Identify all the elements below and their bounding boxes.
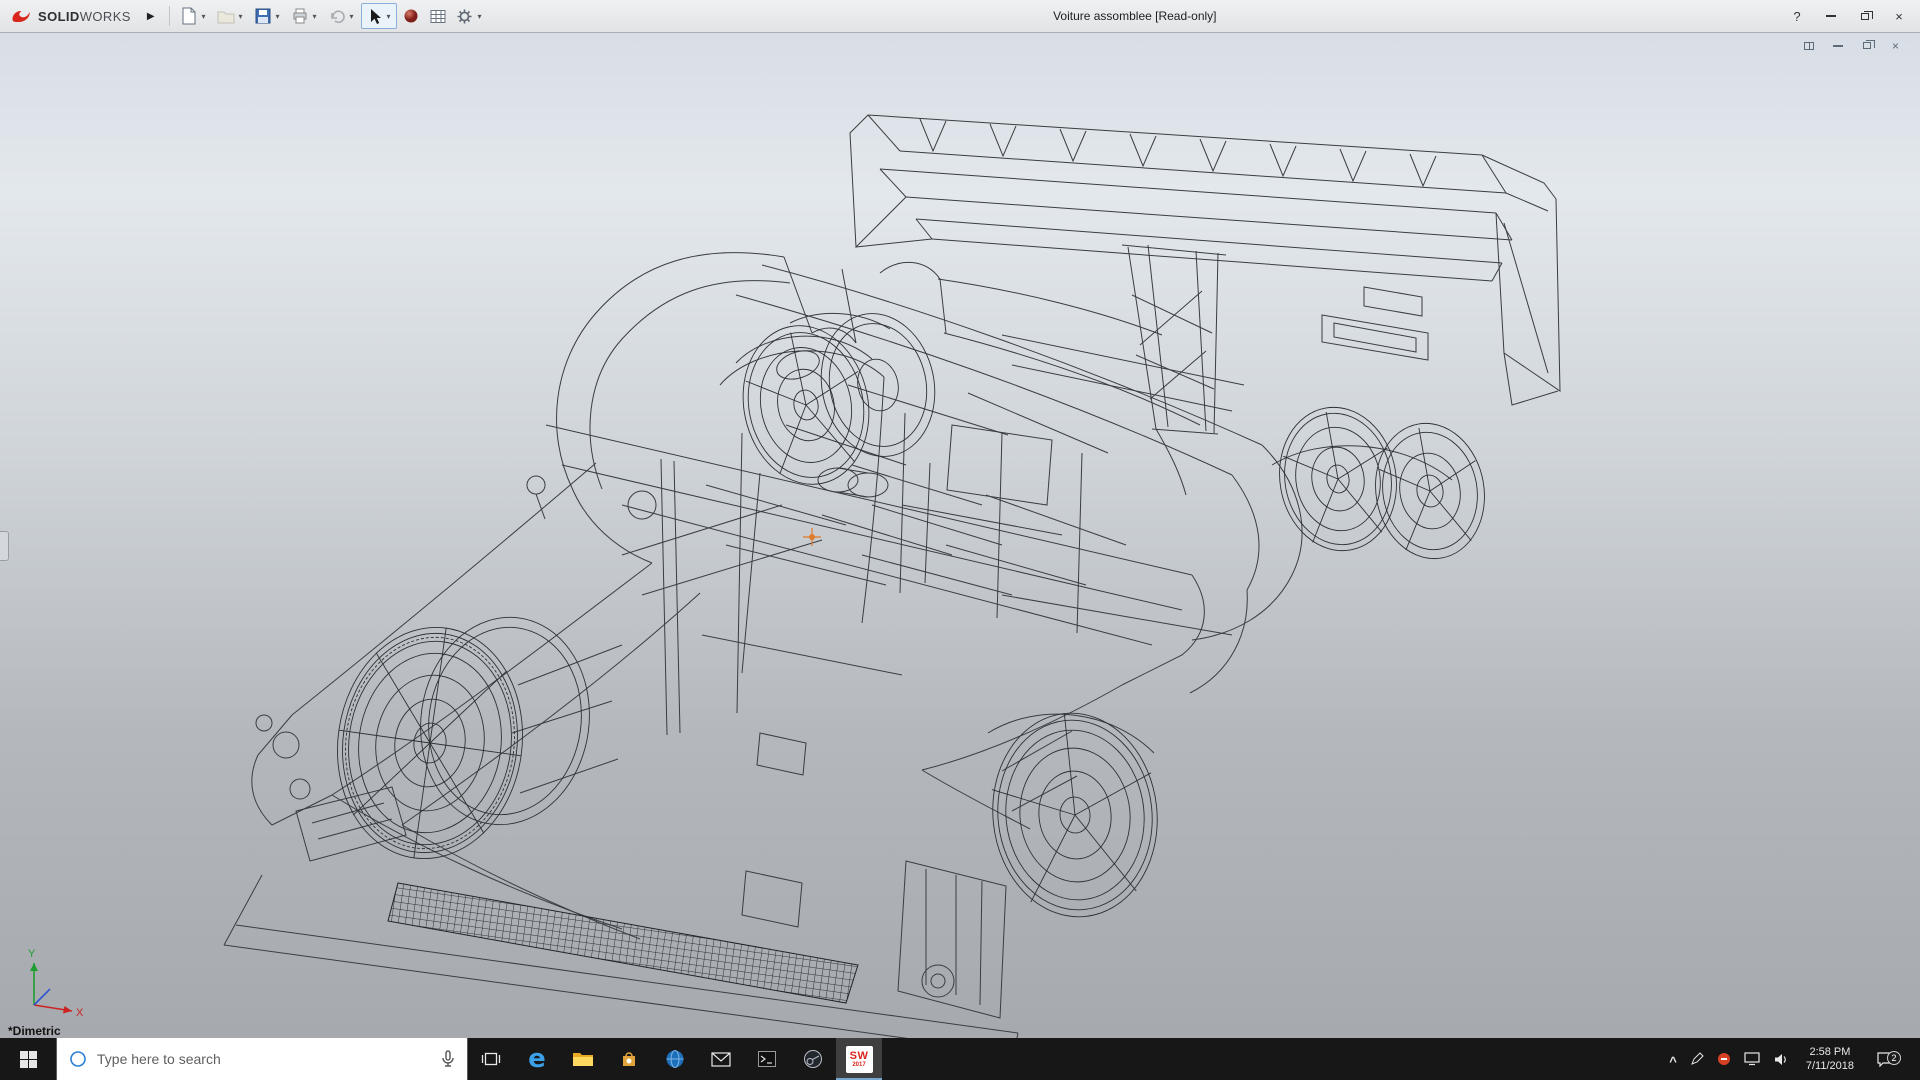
mail-button[interactable]: [698, 1038, 744, 1080]
view-orientation-label: *Dimetric: [8, 1024, 61, 1038]
design-table-button[interactable]: [425, 3, 451, 29]
minimize-icon: [1826, 15, 1836, 17]
dropdown-caret[interactable]: ▾: [384, 12, 394, 21]
save-floppy-icon: [253, 6, 273, 26]
display-icon[interactable]: [1744, 1052, 1760, 1066]
system-tray: ^ 2:58 PM 7/11/2018: [1669, 1038, 1920, 1080]
clock-time: 2:58 PM: [1809, 1045, 1850, 1059]
doc-restore-button[interactable]: [1860, 39, 1873, 52]
edge-browser-button[interactable]: e: [514, 1038, 560, 1080]
options-gear-icon: [455, 6, 475, 26]
notification-badge: 2: [1887, 1051, 1901, 1065]
open-button[interactable]: ▾: [213, 3, 249, 29]
print-button[interactable]: ▾: [287, 3, 323, 29]
orientation-triad[interactable]: Y X: [20, 943, 94, 1022]
pen-icon[interactable]: [1690, 1052, 1704, 1066]
print-icon: [290, 6, 310, 26]
window-title: Voiture assomblee [Read-only]: [488, 9, 1782, 23]
menu-expand-arrow[interactable]: ▶: [139, 11, 163, 22]
solidworks-app-icon: SW 2017: [846, 1046, 873, 1073]
doc-minimize-icon: [1833, 45, 1843, 47]
minimize-button[interactable]: [1824, 9, 1838, 23]
security-status-icon[interactable]: [1717, 1052, 1731, 1066]
close-button[interactable]: ×: [1892, 9, 1906, 23]
restore-button[interactable]: [1858, 9, 1872, 23]
circle-app-button[interactable]: [790, 1038, 836, 1080]
store-icon: [620, 1050, 638, 1068]
appearance-sphere-icon: [401, 6, 421, 26]
restore-icon: [1861, 13, 1869, 20]
dropdown-caret[interactable]: ▾: [236, 12, 246, 21]
save-button[interactable]: ▾: [250, 3, 286, 29]
doc-minimize-button[interactable]: [1831, 39, 1844, 52]
document-window-controls: ×: [1802, 39, 1902, 52]
sw-year: 2017: [852, 1062, 865, 1068]
taskbar-clock[interactable]: 2:58 PM 7/11/2018: [1802, 1045, 1858, 1074]
dropdown-caret[interactable]: ▾: [475, 12, 485, 21]
toolbar-divider: [169, 6, 170, 26]
globe-icon: [665, 1049, 685, 1069]
task-view-icon: [481, 1051, 501, 1067]
edge-icon: e: [528, 1046, 546, 1072]
dropdown-caret[interactable]: ▾: [273, 12, 283, 21]
solidworks-logo-icon: [10, 8, 34, 24]
dropdown-caret[interactable]: ▾: [199, 12, 209, 21]
search-input[interactable]: [97, 1051, 431, 1067]
speaker-icon[interactable]: [1773, 1053, 1789, 1066]
graphics-viewport[interactable]: × Y X *Dimetric: [0, 33, 1920, 1038]
terminal-button[interactable]: [744, 1038, 790, 1080]
dropdown-caret[interactable]: ▾: [310, 12, 320, 21]
brand-light: WORKS: [80, 9, 131, 24]
circle-app-icon: [803, 1049, 823, 1069]
terminal-icon: [758, 1051, 776, 1067]
solidworks-window: SOLIDWORKS ▶ ▾ ▾ ▾: [0, 0, 1920, 1080]
browser-globe-button[interactable]: [652, 1038, 698, 1080]
store-button[interactable]: [606, 1038, 652, 1080]
undo-button[interactable]: ▾: [324, 3, 360, 29]
triad-x-label: X: [76, 1007, 84, 1017]
appearances-button[interactable]: [398, 3, 424, 29]
dropdown-caret[interactable]: ▾: [347, 12, 357, 21]
mail-icon: [711, 1052, 731, 1067]
help-button[interactable]: ?: [1790, 9, 1804, 23]
sw-label: SW: [850, 1051, 869, 1062]
cortana-icon: [69, 1050, 87, 1068]
taskbar-search[interactable]: [56, 1038, 468, 1080]
panel-collapse-tab[interactable]: [0, 531, 9, 561]
task-view-button[interactable]: [468, 1038, 514, 1080]
window-controls: ? ×: [1782, 9, 1920, 23]
brand-bold: SOLID: [38, 9, 80, 24]
open-folder-icon: [216, 6, 236, 26]
start-button[interactable]: [0, 1038, 56, 1080]
triad-y-label: Y: [28, 948, 36, 960]
microphone-icon[interactable]: [441, 1050, 455, 1068]
undo-icon: [327, 6, 347, 26]
titlebar: SOLIDWORKS ▶ ▾ ▾ ▾: [0, 0, 1920, 33]
split-pane-button[interactable]: [1802, 39, 1815, 52]
new-document-icon: [179, 6, 199, 26]
new-document-button[interactable]: ▾: [176, 3, 212, 29]
origin-marker: [803, 528, 821, 546]
design-table-icon: [428, 6, 448, 26]
clock-date: 7/11/2018: [1806, 1059, 1854, 1073]
split-pane-icon: [1804, 42, 1814, 50]
quick-toolbar: ▾ ▾ ▾ ▾ ▾: [176, 3, 488, 29]
options-button[interactable]: ▾: [452, 3, 488, 29]
select-arrow-icon: [364, 6, 384, 26]
solidworks-logo[interactable]: SOLIDWORKS: [0, 8, 139, 24]
file-explorer-button[interactable]: [560, 1038, 606, 1080]
select-button[interactable]: ▾: [361, 3, 397, 29]
brand-name: SOLIDWORKS: [38, 9, 131, 24]
windows-taskbar: e: [0, 1038, 1920, 1080]
file-explorer-icon: [572, 1051, 594, 1068]
windows-logo-icon: [20, 1051, 37, 1068]
doc-close-button[interactable]: ×: [1889, 39, 1902, 52]
solidworks-taskbar-button[interactable]: SW 2017: [836, 1038, 882, 1080]
hidden-icons-button[interactable]: ^: [1669, 1054, 1677, 1069]
doc-restore-icon: [1863, 42, 1871, 49]
wireframe-car-model[interactable]: [0, 33, 1920, 1038]
action-center-button[interactable]: 2: [1871, 1051, 1897, 1067]
